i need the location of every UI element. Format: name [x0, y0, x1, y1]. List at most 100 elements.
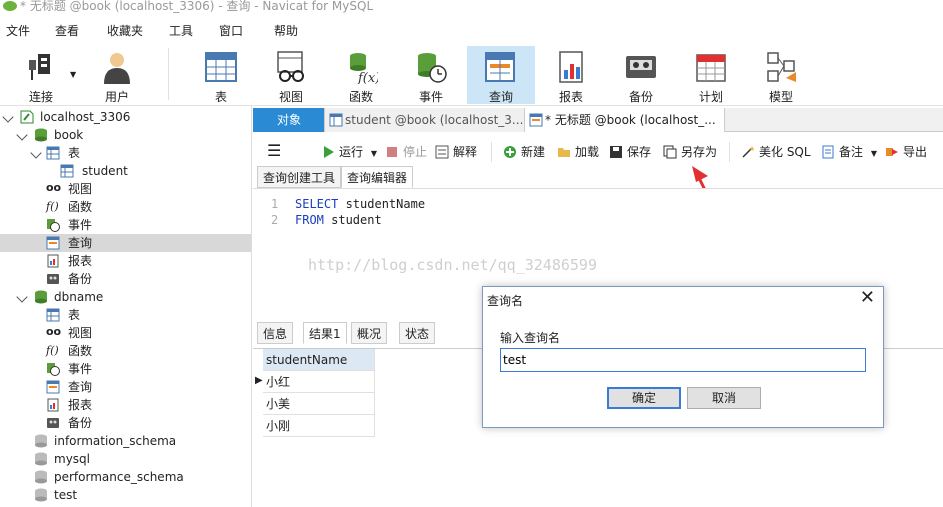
tab-student[interactable]: student @book (localhost_3... [325, 108, 525, 132]
database-icon [35, 290, 47, 304]
tab-objects[interactable]: 对象 [253, 108, 325, 132]
table-cell[interactable]: 小刚 [263, 415, 375, 437]
tree-backups[interactable]: 备份 [0, 414, 252, 432]
function-icon: f() [46, 200, 59, 213]
tree-events[interactable]: 事件 [0, 360, 252, 378]
hamburger-menu-icon[interactable]: ☰ [267, 143, 281, 159]
tree-label: 备份 [68, 416, 93, 430]
tree-label: 报表 [68, 398, 93, 412]
tree-functions[interactable]: f() 函数 [0, 342, 252, 360]
column-header[interactable]: studentName [263, 349, 375, 371]
tree-label: 表 [68, 146, 81, 160]
tab-query-builder[interactable]: 查询创建工具 [257, 166, 342, 188]
ok-button[interactable]: 确定 [607, 387, 681, 409]
expand-chevron-icon[interactable] [2, 111, 14, 123]
query-icon [46, 380, 60, 394]
tab-result1[interactable]: 结果1 [303, 322, 347, 344]
query-button[interactable]: 查询 [467, 46, 535, 104]
tree-tables[interactable]: 表 [0, 306, 252, 324]
tree-connection[interactable]: localhost_3306 [0, 108, 252, 126]
cancel-button[interactable]: 取消 [687, 387, 761, 409]
run-button[interactable]: 运行 ▼ [321, 143, 377, 161]
tree-views[interactable]: oo 视图 [0, 324, 252, 342]
model-button[interactable]: 模型 [748, 46, 814, 104]
user-label: 用户 [104, 90, 129, 104]
menu-view[interactable]: 查看 [55, 22, 79, 39]
view-button[interactable]: 视图 [258, 46, 324, 104]
menu-help[interactable]: 帮助 [274, 22, 298, 39]
export-button[interactable]: 导出 [885, 143, 927, 161]
menu-window[interactable]: 窗口 [219, 22, 243, 39]
save-as-label: 另存为 [681, 145, 718, 159]
tree-label: 视图 [68, 182, 93, 196]
tab-untitled-query[interactable]: * 无标题 @book (localhost_... [525, 108, 725, 132]
db-name: mysql [54, 452, 90, 466]
new-button[interactable]: 新建 [503, 143, 545, 161]
code-line[interactable]: FROM student [295, 213, 382, 227]
beautify-sql-button[interactable]: 美化 SQL [741, 143, 811, 161]
tree-db-test[interactable]: test [0, 486, 252, 504]
query-toolbar: ☰ 运行 ▼ 停止 解释 新建 加载 保存 另存为 美化 SQL 备注 ▼ 导出 [253, 136, 943, 166]
connection-name: localhost_3306 [40, 110, 131, 124]
stop-label: 停止 [403, 145, 428, 159]
stop-button[interactable]: 停止 [385, 143, 427, 161]
expand-chevron-icon[interactable] [30, 147, 42, 159]
tab-info[interactable]: 信息 [257, 322, 294, 344]
tab-overview[interactable]: 概况 [351, 322, 388, 344]
tree-db-dbname[interactable]: dbname [0, 288, 252, 306]
tree-db-mysql[interactable]: mysql [0, 450, 252, 468]
table-cell[interactable]: 小美 [263, 393, 375, 415]
run-dropdown-icon[interactable]: ▼ [371, 149, 377, 158]
save-as-button[interactable]: 另存为 [663, 143, 717, 161]
tree-table-student[interactable]: student [0, 162, 252, 180]
tree-db-book[interactable]: book [0, 126, 252, 144]
table-icon [46, 146, 60, 160]
user-button[interactable]: 用户 [84, 46, 150, 104]
backup-button[interactable]: 备份 [608, 46, 674, 104]
database-icon [35, 434, 47, 448]
comment-dropdown-icon[interactable]: ▼ [871, 149, 877, 158]
comment-button[interactable]: 备注 ▼ [821, 143, 877, 161]
db-name: test [54, 488, 78, 502]
function-button[interactable]: f(x) 函数 [328, 46, 394, 104]
tree-label: 查询 [68, 380, 93, 394]
table-cell[interactable]: 小红 [263, 371, 375, 393]
line-number: 2 [271, 213, 279, 227]
tree-backups[interactable]: 备份 [0, 270, 252, 288]
tree-queries[interactable]: 查询 [0, 234, 251, 252]
function-label: 函数 [348, 90, 373, 104]
tree-views[interactable]: oo 视图 [0, 180, 252, 198]
main-toolbar: ▼ 连接 用户 表 视图 f(x) 函数 事件 [0, 42, 943, 106]
event-clock-icon [47, 363, 60, 376]
report-button[interactable]: 报表 [538, 46, 604, 104]
code-line[interactable]: SELECT studentName [295, 197, 425, 211]
tree-tables[interactable]: 表 [0, 144, 252, 162]
menu-file[interactable]: 文件 [6, 22, 30, 39]
tree-functions[interactable]: f() 函数 [0, 198, 252, 216]
query-name-input[interactable] [500, 348, 866, 372]
expand-chevron-icon[interactable] [16, 291, 28, 303]
tab-status[interactable]: 状态 [399, 322, 436, 344]
menu-tools[interactable]: 工具 [169, 22, 193, 39]
connect-dropdown-icon[interactable]: ▼ [70, 70, 76, 79]
tree-db-information-schema[interactable]: information_schema [0, 432, 252, 450]
tree-reports[interactable]: 报表 [0, 252, 252, 270]
expand-chevron-icon[interactable] [16, 129, 28, 141]
event-button[interactable]: 事件 [398, 46, 464, 104]
tab-query-editor[interactable]: 查询编辑器 [341, 166, 414, 188]
db-name: information_schema [54, 434, 177, 448]
save-button[interactable]: 保存 [609, 143, 651, 161]
load-button[interactable]: 加载 [557, 143, 599, 161]
table-button[interactable]: 表 [188, 46, 254, 104]
close-icon[interactable]: ✕ [860, 289, 875, 307]
explain-button[interactable]: 解释 [435, 143, 477, 161]
query-name-dialog: 查询名 ✕ 输入查询名 确定 取消 [482, 286, 884, 428]
tree-reports[interactable]: 报表 [0, 396, 252, 414]
tree-db-performance-schema[interactable]: performance_schema [0, 468, 252, 486]
tree-queries[interactable]: 查询 [0, 378, 252, 396]
menu-favorites[interactable]: 收藏夹 [107, 22, 143, 39]
connect-button[interactable]: ▼ 连接 [8, 46, 76, 104]
schedule-button[interactable]: 计划 [678, 46, 744, 104]
tab-label: 查询编辑器 [347, 171, 408, 185]
tree-events[interactable]: 事件 [0, 216, 252, 234]
